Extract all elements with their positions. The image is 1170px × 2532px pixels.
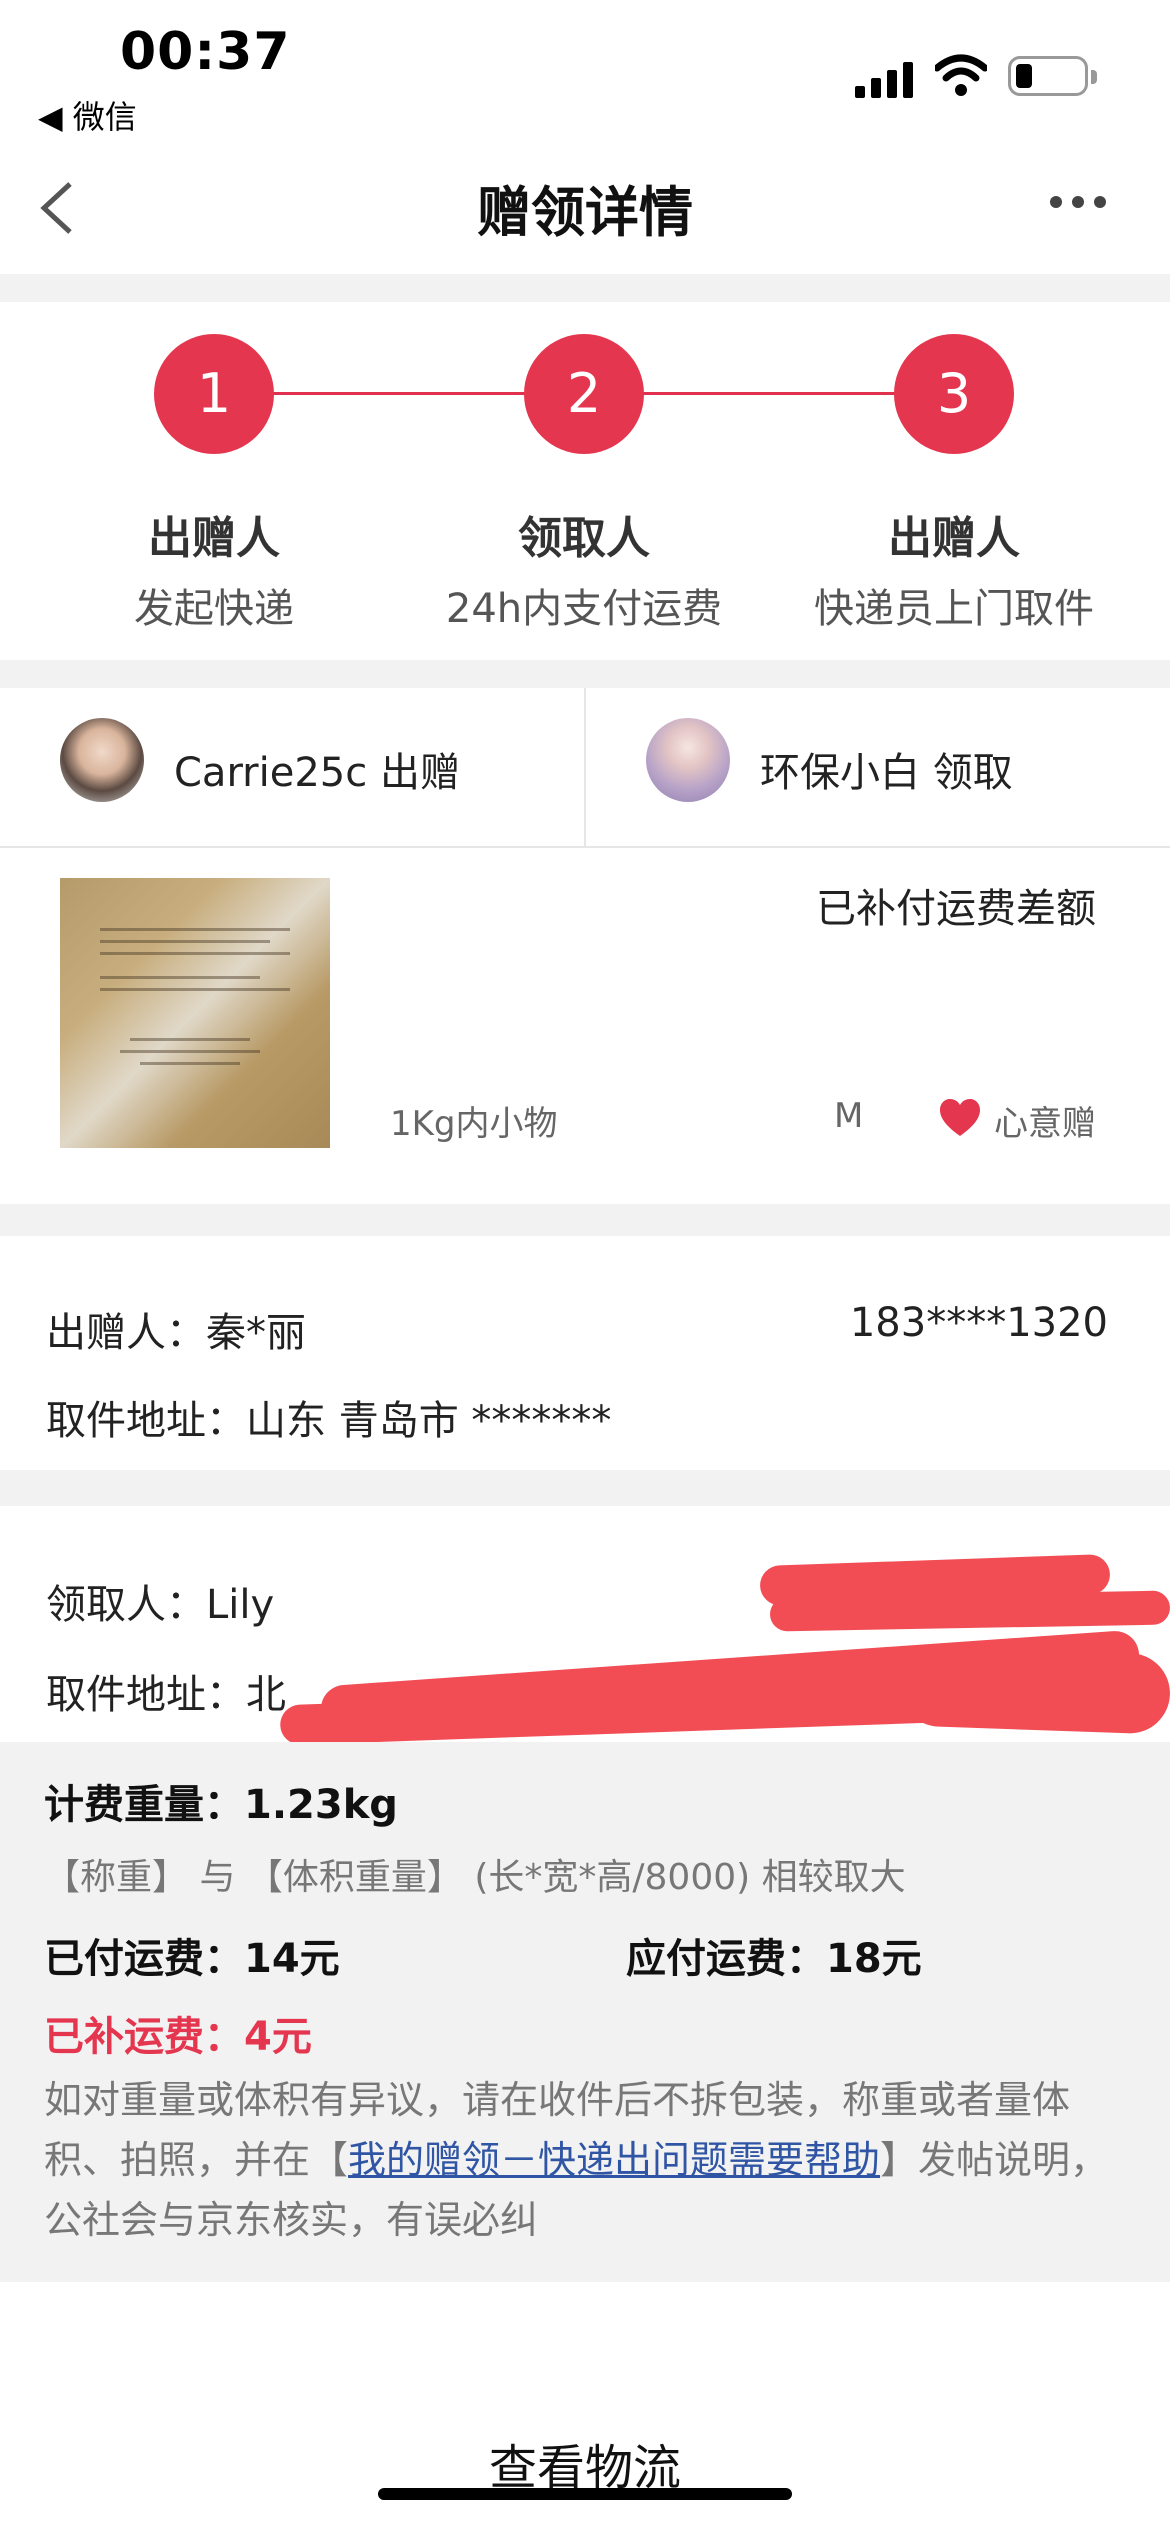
wifi-icon (935, 54, 987, 96)
back-to-wechat-link[interactable]: ◀ 微信 (38, 92, 137, 138)
step-2-title: 领取人 (518, 513, 650, 564)
paid-shipping: 已付运费：14元 (44, 1936, 340, 1982)
section-separator (0, 1204, 1170, 1236)
step-3-circle: 3 (894, 334, 1014, 454)
receiver-address: 取件地址：北 (46, 1672, 286, 1718)
giver-label[interactable]: Carrie25c 出赠 (174, 740, 460, 798)
receiver-name: 领取人：Lily (46, 1582, 275, 1628)
step-3-subtitle: 快递员上门取件 (814, 586, 1094, 632)
divider (584, 688, 586, 846)
giver-phone: 183****1320 (849, 1300, 1108, 1346)
battery-icon (1008, 56, 1097, 96)
page-title: 赠领详情 (477, 181, 693, 244)
giver-address: 取件地址：山东 青岛市 ******* (46, 1398, 612, 1444)
receiver-avatar[interactable] (646, 718, 730, 802)
step-1-circle: 1 (154, 334, 274, 454)
step-2-subtitle: 24h内支付运费 (445, 586, 723, 632)
home-indicator (378, 2488, 792, 2500)
step-2-circle: 2 (524, 334, 644, 454)
step-connector (642, 392, 902, 395)
section-separator (0, 274, 1170, 302)
giver-avatar[interactable] (60, 718, 144, 802)
step-1-title: 出赠人 (148, 513, 280, 564)
item-status: 已补付运费差额 (816, 886, 1096, 932)
step-connector (272, 392, 532, 395)
step-3-title: 出赠人 (888, 513, 1020, 564)
item-tag: 心意赠 (994, 1104, 1096, 1144)
billing-weight: 计费重量：1.23kg (44, 1782, 398, 1828)
help-link[interactable]: 我的赠领－快递出问题需要帮助 (348, 2138, 880, 2182)
receiver-label[interactable]: 环保小白 领取 (760, 740, 1013, 798)
supplement-shipping: 已补运费：4元 (44, 2014, 312, 2060)
item-photo[interactable] (60, 878, 330, 1148)
giver-name: 出赠人：秦*丽 (46, 1310, 306, 1356)
item-size: M (834, 1096, 864, 1136)
item-category: 1Kg内小物 (390, 1104, 558, 1144)
more-dots-icon[interactable] (1050, 196, 1110, 216)
divider (0, 846, 1170, 848)
heart-icon (940, 1099, 980, 1136)
section-separator (0, 1470, 1170, 1506)
status-time: 00:37 (120, 22, 291, 82)
section-separator (0, 660, 1170, 688)
step-1-subtitle: 发起快递 (134, 586, 294, 632)
weight-rule: 【称重】 与 【体积重量】 (长*宽*高/8000) 相较取大 (44, 1857, 906, 1898)
signal-icon (855, 60, 915, 98)
dispute-note: 如对重量或体积有异议，请在收件后不拆包装，称重或者量体积、拍照，并在【我的赠领－… (44, 2070, 1124, 2250)
due-shipping: 应付运费：18元 (626, 1936, 922, 1982)
